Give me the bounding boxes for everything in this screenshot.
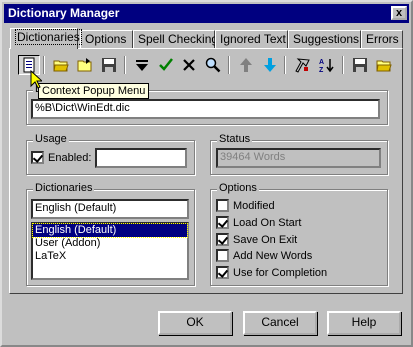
tab-ignored-text[interactable]: Ignored Text bbox=[215, 30, 288, 48]
dictionary-path-field[interactable]: %B\Dict\WinEdt.dic bbox=[31, 99, 380, 119]
toolbar-separator bbox=[342, 56, 344, 74]
close-button[interactable]: x bbox=[391, 6, 407, 20]
options-group-label: Options bbox=[217, 182, 259, 194]
tab-options[interactable]: Options bbox=[80, 30, 133, 48]
dictionary-name-field[interactable]: English (Default) bbox=[31, 199, 189, 219]
list-item[interactable]: LaTeX bbox=[33, 250, 187, 263]
tooltip: Context Popup Menu bbox=[38, 83, 150, 99]
checkbox-box[interactable] bbox=[216, 233, 229, 246]
checkbox-box[interactable] bbox=[216, 266, 229, 279]
tab-dictionaries[interactable]: Dictionaries bbox=[10, 28, 82, 49]
toolbar-separator bbox=[284, 56, 286, 74]
svg-text:Z: Z bbox=[319, 67, 324, 73]
mouse-cursor-icon bbox=[30, 70, 42, 89]
dropdown-triangle-icon[interactable] bbox=[131, 55, 153, 75]
tools-icon[interactable] bbox=[291, 55, 313, 75]
dictionaries-group-label: Dictionaries bbox=[33, 182, 95, 194]
tab-errors[interactable]: Errors bbox=[361, 30, 403, 48]
window-title: Dictionary Manager bbox=[8, 6, 120, 20]
arrow-down-icon[interactable] bbox=[259, 55, 281, 75]
svg-text:A: A bbox=[319, 59, 324, 66]
enabled-checkbox[interactable]: Enabled: bbox=[31, 151, 91, 164]
list-item[interactable]: English (Default) bbox=[32, 223, 188, 238]
option-modified-checkbox[interactable]: Modified bbox=[216, 199, 275, 212]
toolbar-separator bbox=[228, 56, 230, 74]
checkbox-box[interactable] bbox=[216, 249, 229, 262]
enabled-checkbox-box[interactable] bbox=[31, 151, 44, 164]
option-load-on-start-checkbox[interactable]: Load On Start bbox=[216, 216, 302, 229]
list-item[interactable]: User (Addon) bbox=[33, 237, 187, 250]
help-button[interactable]: Help bbox=[327, 311, 401, 335]
option-label: Use for Completion bbox=[233, 266, 328, 279]
magnifier-icon[interactable] bbox=[202, 55, 224, 75]
status-group-label: Status bbox=[217, 133, 253, 145]
enabled-checkbox-label: Enabled: bbox=[48, 151, 92, 164]
arrow-up-icon[interactable] bbox=[235, 55, 257, 75]
save-icon[interactable] bbox=[98, 55, 120, 75]
toolbar-separator bbox=[124, 56, 126, 74]
floppy-save-icon[interactable] bbox=[349, 55, 371, 75]
tab-label: Dictionaries bbox=[15, 29, 82, 45]
option-label: Modified bbox=[233, 199, 275, 212]
checkbox-box[interactable] bbox=[216, 216, 229, 229]
title-bar[interactable]: Dictionary Manager x bbox=[4, 4, 409, 23]
open-file-icon[interactable] bbox=[74, 55, 96, 75]
enabled-value-field[interactable] bbox=[95, 148, 187, 168]
option-use-for-completion-checkbox[interactable]: Use for Completion bbox=[216, 266, 327, 279]
delete-x-icon[interactable] bbox=[178, 55, 200, 75]
ok-button[interactable]: OK bbox=[158, 311, 232, 335]
option-save-on-exit-checkbox[interactable]: Save On Exit bbox=[216, 233, 297, 246]
checkmark-icon[interactable] bbox=[155, 55, 177, 75]
toolbar: AZ bbox=[12, 55, 402, 77]
open-folder-icon[interactable] bbox=[50, 55, 72, 75]
option-add-new-words-checkbox[interactable]: Add New Words bbox=[216, 249, 312, 262]
checkbox-box[interactable] bbox=[216, 199, 229, 212]
sort-az-icon[interactable]: AZ bbox=[315, 55, 337, 75]
toolbar-separator bbox=[43, 56, 45, 74]
tab-suggestions[interactable]: Suggestions bbox=[288, 30, 361, 48]
option-label: Add New Words bbox=[233, 249, 313, 262]
usage-group-label: Usage bbox=[33, 133, 69, 145]
status-words-field: 39464 Words bbox=[216, 148, 381, 168]
tab-spell-checking[interactable]: Spell Checking bbox=[133, 30, 218, 48]
option-label: Save On Exit bbox=[233, 233, 298, 246]
cancel-button[interactable]: Cancel bbox=[243, 311, 317, 335]
option-label: Load On Start bbox=[233, 216, 302, 229]
folder-open-icon[interactable] bbox=[373, 55, 395, 75]
dictionary-list[interactable]: English (Default) User (Addon) LaTeX bbox=[31, 222, 189, 280]
